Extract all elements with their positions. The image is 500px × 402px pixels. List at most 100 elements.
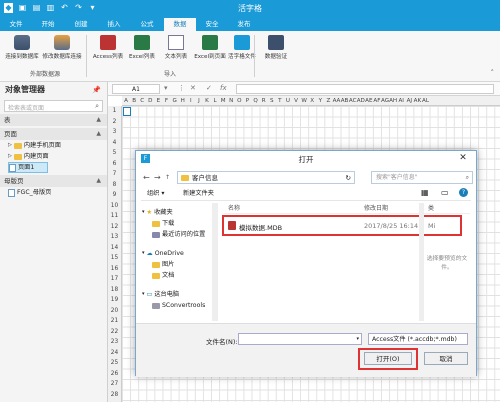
tree-item-builtin-pages[interactable]: ▷ 内建页面 (8, 151, 107, 162)
tree-item-master-page[interactable]: FGC_母版页 (8, 187, 107, 198)
column-header[interactable]: M (219, 96, 227, 105)
column-header[interactable]: AG (381, 96, 389, 105)
nav-onedrive[interactable]: ▾ ☁ OneDrive (136, 248, 217, 259)
nav-favorites[interactable]: ▾ ★ 收藏夹 (136, 207, 217, 218)
file-scrollbar[interactable] (419, 203, 424, 321)
section-page[interactable]: 页面 ▲ (0, 128, 107, 140)
row-header[interactable]: 19 (108, 295, 121, 306)
column-type[interactable]: 类 (428, 203, 434, 214)
column-header[interactable]: A (122, 96, 130, 105)
column-header[interactable]: AH (389, 96, 397, 105)
row-header[interactable]: 8 (108, 180, 121, 191)
section-master-page[interactable]: 母版页 ▲ (0, 175, 107, 187)
column-header[interactable]: O (235, 96, 243, 105)
nav-scrollbar[interactable] (212, 203, 218, 321)
tree-item-page1[interactable]: 页面1 (8, 162, 48, 173)
column-header[interactable]: W (300, 96, 308, 105)
column-header[interactable]: F (162, 96, 170, 105)
object-search-input[interactable]: 检索表或页面 ⌕ (4, 100, 103, 112)
preview-pane-icon[interactable]: ▭ (441, 187, 449, 199)
expand-icon[interactable]: ▷ (8, 151, 12, 162)
column-name[interactable]: 名称 (228, 203, 240, 214)
column-header[interactable]: S (268, 96, 276, 105)
view-icon[interactable]: ▦ (421, 187, 429, 199)
column-date[interactable]: 修改日期 (364, 203, 388, 214)
help-icon[interactable]: ? (459, 188, 468, 197)
row-header[interactable]: 9 (108, 190, 121, 201)
row-header[interactable]: 17 (108, 274, 121, 285)
column-header[interactable]: K (203, 96, 211, 105)
row-header[interactable]: 26 (108, 369, 121, 380)
tab-security[interactable]: 安全 (196, 18, 228, 31)
up-icon[interactable]: ↑ (165, 174, 170, 181)
column-header[interactable]: I (187, 96, 195, 105)
row-header[interactable]: 24 (108, 348, 121, 359)
row-header[interactable]: 3 (108, 127, 121, 138)
column-header[interactable]: AF (373, 96, 381, 105)
forward-icon[interactable]: → (154, 173, 161, 182)
row-header[interactable]: 7 (108, 169, 121, 180)
dropdown-icon[interactable]: ▾ (356, 334, 359, 345)
expand-icon[interactable]: ▷ (8, 140, 12, 151)
row-header[interactable]: 18 (108, 285, 121, 296)
column-header[interactable]: Z (324, 96, 332, 105)
row-header[interactable]: 4 (108, 138, 121, 149)
column-header[interactable]: B (130, 96, 138, 105)
column-header[interactable]: V (292, 96, 300, 105)
tab-formula[interactable]: 公式 (130, 18, 164, 31)
row-header[interactable]: 10 (108, 201, 121, 212)
dialog-search-input[interactable]: 搜索"客户信息" ⌕ (371, 171, 473, 184)
row-header[interactable]: 14 (108, 243, 121, 254)
edit-db-connection-button[interactable]: 修改数据库连接 (42, 35, 82, 60)
data-validation-button[interactable]: 数据验证 (256, 35, 296, 60)
tab-insert[interactable]: 插入 (98, 18, 130, 31)
nav-documents[interactable]: 文档 (136, 270, 217, 281)
section-table[interactable]: 表 ▲ (0, 114, 107, 126)
formula-input[interactable] (236, 84, 494, 94)
cancel-icon[interactable]: ✕ (190, 84, 196, 92)
column-header[interactable]: C (138, 96, 146, 105)
column-header[interactable]: R (260, 96, 268, 105)
column-header[interactable]: H (179, 96, 187, 105)
row-header[interactable]: 5 (108, 148, 121, 159)
filename-input[interactable]: ▾ (238, 333, 362, 345)
dropdown-icon[interactable]: ▾ (164, 84, 168, 92)
tab-publish[interactable]: 发布 (228, 18, 260, 31)
address-bar[interactable]: 客户信息 ↻ (177, 171, 355, 184)
tab-data[interactable]: 数据 (164, 18, 196, 31)
nav-pictures[interactable]: 图片 (136, 259, 217, 270)
nav-recent[interactable]: 最近访问的位置 (136, 229, 217, 240)
connect-db-button[interactable]: 连接到数据库 (2, 35, 42, 60)
filetype-select[interactable]: Access文件 (*.accdb;*.mdb) (368, 333, 468, 345)
row-header[interactable]: 2 (108, 117, 121, 128)
nav-downloads[interactable]: 下载 (136, 218, 217, 229)
row-header[interactable]: 13 (108, 232, 121, 243)
close-icon[interactable]: ✕ (454, 152, 472, 164)
row-header[interactable]: 12 (108, 222, 121, 233)
column-header[interactable]: L (211, 96, 219, 105)
column-header[interactable]: T (276, 96, 284, 105)
refresh-icon[interactable]: ↻ (346, 172, 351, 184)
column-header[interactable]: J (195, 96, 203, 105)
more-icon[interactable]: ⋮ (178, 84, 185, 92)
column-header[interactable]: AL (421, 96, 429, 105)
row-header[interactable]: 15 (108, 253, 121, 264)
tab-file[interactable]: 文件 (0, 18, 32, 31)
column-header[interactable]: AI (397, 96, 405, 105)
selected-cell[interactable] (123, 107, 131, 116)
confirm-icon[interactable]: ✓ (206, 84, 212, 92)
tab-home[interactable]: 开始 (32, 18, 64, 31)
row-header[interactable]: 22 (108, 327, 121, 338)
column-header[interactable]: AD (357, 96, 365, 105)
row-header[interactable]: 6 (108, 159, 121, 170)
column-header[interactable]: E (154, 96, 162, 105)
back-icon[interactable]: ← (143, 173, 150, 182)
column-header[interactable]: N (227, 96, 235, 105)
column-header[interactable]: D (146, 96, 154, 105)
column-header[interactable]: Y (316, 96, 324, 105)
column-header[interactable]: AA (332, 96, 341, 105)
column-header[interactable]: U (284, 96, 292, 105)
column-header[interactable]: AK (413, 96, 422, 105)
row-header[interactable]: 23 (108, 337, 121, 348)
row-header[interactable]: 11 (108, 211, 121, 222)
